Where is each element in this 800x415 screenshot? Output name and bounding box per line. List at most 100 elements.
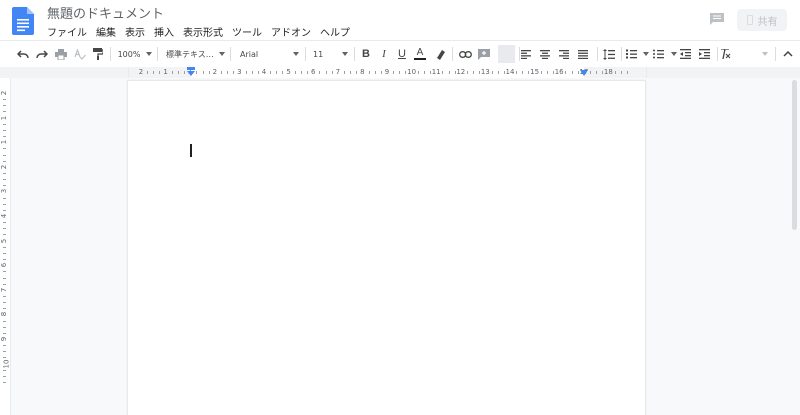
left-indent-marker-icon[interactable] [186,67,196,78]
ruler-label: 6 [310,68,316,76]
bulleted-list-icon[interactable] [651,46,665,62]
bulleted-list-dropdown-icon[interactable] [671,52,677,56]
ruler-tick [516,71,518,74]
numbered-list-icon[interactable] [624,46,638,62]
ruler-tick [171,71,173,74]
clear-formatting-icon[interactable] [717,46,733,62]
toolbar-divider [775,47,776,61]
add-comment-icon[interactable] [476,46,492,62]
style-select[interactable]: 標準テキス… [166,46,216,62]
vertical-ruler-tick [3,154,6,156]
lock-icon [746,15,753,25]
numbered-list-dropdown-icon[interactable] [643,52,649,56]
ruler-label: 15 [530,68,540,76]
comment-icon[interactable] [709,12,725,26]
share-button[interactable]: 共有 [737,9,787,31]
document-title[interactable]: 無題のドキュメント [47,3,164,22]
vertical-ruler-tick [3,357,6,359]
scrollbar[interactable] [790,78,800,415]
decrease-indent-icon[interactable] [678,46,692,62]
ruler-tick [325,71,327,74]
vertical-ruler-tick [3,197,6,199]
ruler-label: 14 [505,68,515,76]
ruler-label: 13 [480,68,490,76]
bold-icon[interactable]: B [358,46,374,62]
zoom-select[interactable]: 100% [116,46,142,62]
link-icon[interactable] [457,46,473,62]
document-page[interactable] [128,81,645,415]
ruler-label: 7 [335,68,341,76]
google-docs-logo-icon[interactable] [12,7,34,35]
font-size-select[interactable]: 11 [313,46,329,62]
ruler-track[interactable]: 21123456789101112131415161718 [128,67,647,78]
right-indent-marker-icon[interactable] [579,68,589,78]
ruler-tick [356,71,358,74]
ruler-tick [596,71,598,74]
ruler-tick [589,71,591,74]
ruler-tick [399,71,401,74]
ruler-tick [442,71,444,74]
toolbar-divider [230,47,231,61]
menu-insert[interactable]: 挿入 [154,24,174,39]
print-icon[interactable] [53,46,69,62]
undo-icon[interactable] [15,46,31,62]
ruler-tick [423,71,425,74]
menu-format[interactable]: 表示形式 [183,24,223,39]
italic-icon[interactable]: I [376,46,392,62]
ruler-tick [202,71,204,74]
ruler-tick [540,71,542,74]
text-color-icon[interactable]: A [412,46,428,62]
ruler-tick [614,71,616,74]
align-right-icon[interactable] [557,46,571,62]
justify-icon[interactable] [576,46,590,62]
redo-icon[interactable] [34,46,50,62]
paint-format-icon[interactable] [90,46,106,62]
ruler-tick [491,71,493,74]
menu-file[interactable]: ファイル [47,24,87,39]
ruler-tick [177,71,179,74]
vertical-ruler-tick [3,295,6,297]
horizontal-ruler: 21123456789101112131415161718 [0,67,800,78]
font-select[interactable]: Arial [240,46,280,62]
toolbar-divider [157,47,158,61]
vertical-ruler-label: 3 [0,189,9,194]
highlight-color-icon[interactable] [432,46,448,62]
ruler-tick [374,71,376,74]
style-dropdown-icon[interactable] [219,52,225,56]
vertical-ruler-tick [3,129,6,131]
ruler-label: 12 [456,68,466,76]
menu-help[interactable]: ヘルプ [320,24,350,39]
vertical-ruler-tick [3,209,6,211]
ruler-tick [282,71,284,74]
zoom-dropdown-icon[interactable] [146,52,152,56]
menu-edit[interactable]: 編集 [96,24,116,39]
font-size-dropdown-icon[interactable] [342,52,348,56]
vertical-ruler-tick [3,277,6,279]
menu-addons[interactable]: アドオン [271,24,311,39]
align-center-icon[interactable] [538,46,552,62]
underline-icon[interactable]: U [394,46,410,62]
vertical-ruler-label: 6 [0,262,9,268]
spellcheck-icon[interactable] [72,46,88,62]
vertical-ruler-tick [3,302,6,304]
ruler-tick [331,71,333,74]
collapse-menus-icon[interactable] [781,46,795,62]
ruler-label: 1 [163,68,168,76]
vertical-ruler-label: 2 [0,90,9,96]
menu-tools[interactable]: ツール [232,24,262,39]
ruler-tick [571,71,573,74]
vertical-ruler-label: 9 [0,336,9,342]
scrollbar-thumb[interactable] [792,80,797,230]
insert-image-icon[interactable] [498,45,515,63]
more-options-dropdown-icon[interactable] [762,52,768,56]
ruler-tick [393,71,395,74]
vertical-ruler-tick [3,332,6,334]
align-left-icon[interactable] [519,46,533,62]
ruler-tick [380,71,382,74]
increase-indent-icon[interactable] [697,46,711,62]
font-dropdown-icon[interactable] [293,52,299,56]
ruler-label: 10 [407,68,417,76]
menu-view[interactable]: 表示 [125,24,145,39]
ruler-tick [276,71,278,74]
